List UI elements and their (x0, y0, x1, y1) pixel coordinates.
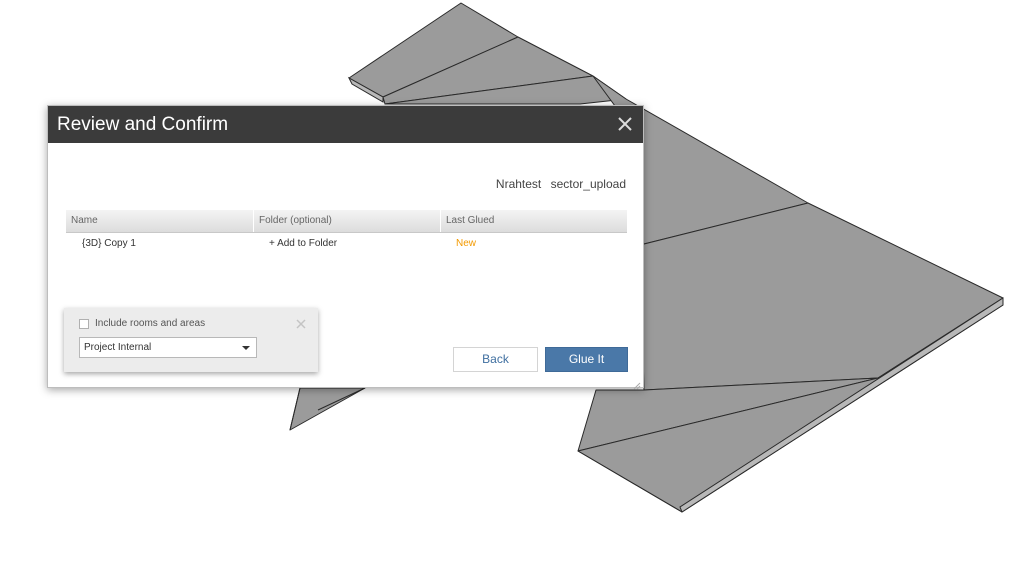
dialog-header[interactable]: Review and Confirm (48, 106, 643, 143)
review-confirm-dialog: Review and Confirm Nrahtest sector_uploa… (47, 105, 644, 390)
resize-grip-icon[interactable] (633, 377, 641, 390)
model-face (289, 387, 366, 431)
add-to-folder-link[interactable]: + Add to Folder (269, 238, 337, 249)
project-info: Nrahtest sector_upload (496, 177, 626, 191)
options-panel: Include rooms and areas Project Internal (64, 308, 318, 372)
include-rooms-option[interactable]: Include rooms and areas (79, 318, 205, 329)
dialog-title: Review and Confirm (57, 114, 229, 135)
column-header-folder[interactable]: Folder (optional) (254, 210, 441, 232)
model-name: sector_upload (550, 177, 626, 191)
model-face (639, 202, 1004, 391)
table-row[interactable]: {3D} Copy 1 + Add to Folder New (66, 233, 627, 255)
visibility-select[interactable]: Project Internal (79, 337, 257, 358)
views-table: Name Folder (optional) Last Glued {3D} C… (66, 210, 627, 255)
close-icon[interactable] (615, 114, 635, 134)
chevron-down-icon (242, 346, 250, 350)
visibility-selected-value: Project Internal (84, 342, 152, 353)
project-name: Nrahtest (495, 177, 542, 191)
column-header-name[interactable]: Name (66, 210, 254, 232)
row-view-name: {3D} Copy 1 (82, 238, 136, 249)
back-button[interactable]: Back (453, 347, 538, 372)
column-header-last-glued[interactable]: Last Glued (441, 210, 627, 232)
include-rooms-checkbox[interactable] (79, 318, 89, 329)
table-header: Name Folder (optional) Last Glued (66, 210, 627, 233)
glue-it-button[interactable]: Glue It (545, 347, 628, 372)
close-icon[interactable] (295, 317, 307, 329)
row-folder-cell: + Add to Folder (254, 233, 441, 255)
row-last-glued-status: New (456, 238, 477, 249)
include-rooms-label[interactable]: Include rooms and areas (95, 318, 205, 329)
